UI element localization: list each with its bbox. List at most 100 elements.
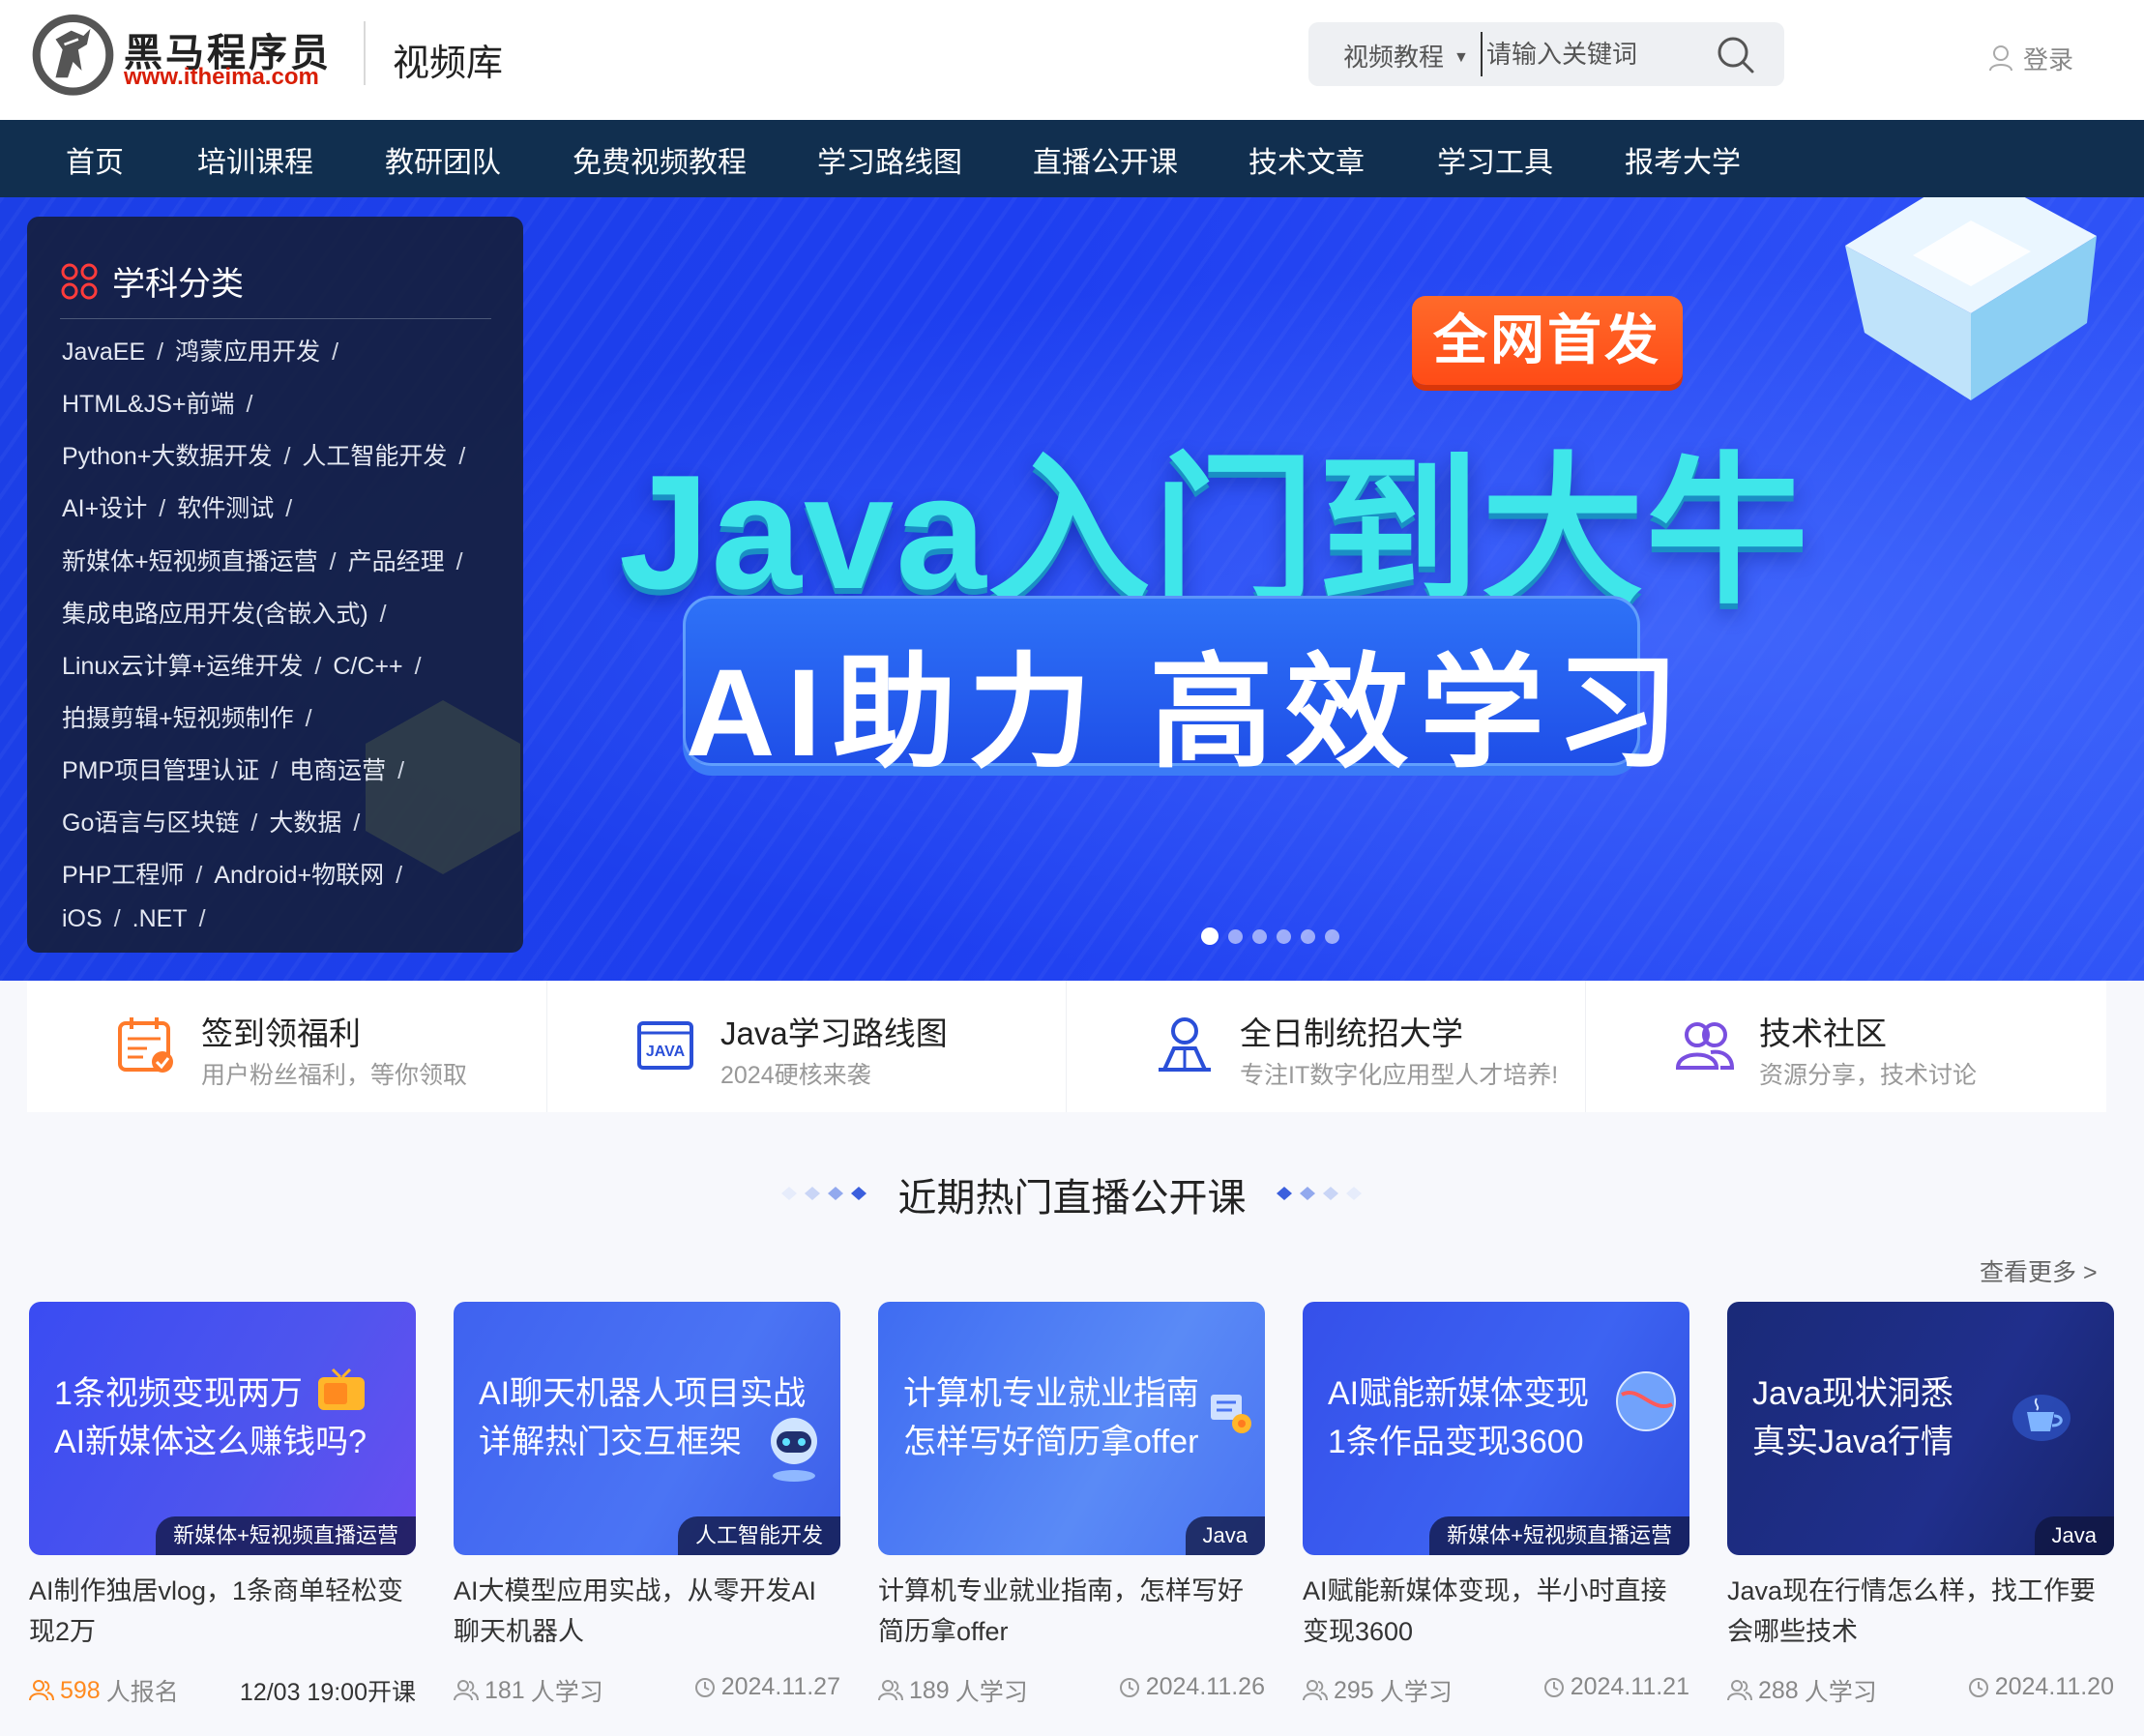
course-thumbnail[interactable]: 1条视频变现两万 AI新媒体这么赚钱吗? 新媒体+短视频直播运营 (29, 1302, 416, 1555)
course-card[interactable]: 1条视频变现两万 AI新媒体这么赚钱吗? 新媒体+短视频直播运营 AI制作独居vl… (29, 1302, 416, 1727)
course-count-value: 598 (60, 1676, 101, 1704)
course-card[interactable]: AI赋能新媒体变现 1条作品变现3600 新媒体+短视频直播运营 AI赋能新媒体变… (1303, 1302, 1689, 1727)
quick-link-community[interactable]: 技术社区 资源分享，技术讨论 (1585, 981, 2104, 1112)
category-link[interactable]: 电商运营 (289, 757, 386, 784)
category-link[interactable]: 软件测试 (177, 495, 274, 522)
course-card[interactable]: 计算机专业就业指南 怎样写好简历拿offer Java 计算机专业就业指南，怎样写… (878, 1302, 1265, 1727)
horse-logo-icon[interactable] (27, 10, 119, 97)
course-tag: Java (2034, 1516, 2114, 1555)
java-icon: JAVA (637, 1021, 693, 1070)
category-separator: / (250, 809, 258, 837)
section-title: 近期热门直播公开课 (897, 1177, 1247, 1220)
category-row: 拍摄剪辑+短视频制作 / (62, 699, 324, 734)
course-thumbnail[interactable]: AI赋能新媒体变现 1条作品变现3600 新媒体+短视频直播运营 (1303, 1302, 1689, 1555)
course-count-suffix: 人报名 (105, 1679, 179, 1706)
course-meta: 181 人学习 2024.11.27 (454, 1673, 840, 1706)
category-separator: / (396, 862, 403, 889)
category-link[interactable]: HTML&JS+前端 (62, 391, 235, 418)
course-date: 2024.11.26 (1119, 1673, 1265, 1701)
category-link[interactable]: 大数据 (269, 809, 341, 837)
category-link[interactable]: 集成电路应用开发(含嵌入式) (62, 601, 368, 628)
category-separator: / (353, 809, 361, 837)
quick-link-university[interactable]: 全日制统招大学 专注IT数字化应用型人才培养! (1066, 981, 1585, 1112)
category-row: Go语言与区块链 / 大数据 / (62, 804, 371, 839)
nav-item-free-videos[interactable]: 免费视频教程 (573, 138, 747, 181)
carousel-dot[interactable] (1252, 928, 1267, 944)
nav-item-live[interactable]: 直播公开课 (1033, 138, 1178, 181)
nav-item-tools[interactable]: 学习工具 (1437, 138, 1553, 181)
course-headline: AI赋能新媒体变现 1条作品变现3600 (1328, 1369, 1589, 1466)
category-link[interactable]: Android+物联网 (214, 862, 384, 889)
carousel-dot[interactable] (1228, 928, 1243, 944)
category-link[interactable]: 新媒体+短视频直播运营 (62, 548, 318, 575)
quick-link-checkin[interactable]: 签到领福利 用户粉丝福利，等你领取 (27, 981, 546, 1112)
course-date-value: 2024.11.20 (1994, 1673, 2114, 1700)
category-link[interactable]: C/C++ (333, 653, 402, 680)
search-icon[interactable] (1715, 34, 1757, 76)
course-count: 598 人报名 (29, 1673, 179, 1708)
category-link[interactable]: 鸿蒙应用开发 (175, 338, 320, 366)
course-count-suffix: 人学习 (955, 1679, 1028, 1706)
section-title[interactable]: 视频库 (393, 33, 503, 86)
category-row: PMP项目管理认证 / 电商运营 / (62, 751, 416, 786)
category-row: HTML&JS+前端 / (62, 385, 264, 420)
category-link[interactable]: AI+设计 (62, 495, 147, 522)
category-separator: / (455, 548, 463, 575)
nav-item-home[interactable]: 首页 (66, 138, 124, 181)
carousel-dot[interactable] (1201, 927, 1219, 945)
nav-item-courses[interactable]: 培训课程 (197, 138, 313, 181)
course-thumbnail[interactable]: 计算机专业就业指南 怎样写好简历拿offer Java (878, 1302, 1265, 1555)
carousel-dot[interactable] (1325, 928, 1339, 944)
category-link[interactable]: Python+大数据开发 (62, 443, 272, 470)
course-meta: 189 人学习 2024.11.26 (878, 1673, 1265, 1706)
category-row: 新媒体+短视频直播运营 / 产品经理 / (62, 543, 475, 577)
course-headline: 1条视频变现两万 AI新媒体这么赚钱吗? (54, 1369, 367, 1466)
category-link[interactable]: .NET (132, 905, 188, 932)
course-description[interactable]: 计算机专业就业指南，怎样写好简历拿offer (878, 1571, 1265, 1652)
category-link[interactable]: iOS (62, 905, 103, 932)
category-link[interactable]: JavaEE (62, 338, 145, 366)
category-row: JavaEE / 鸿蒙应用开发 / (62, 333, 350, 368)
login-button[interactable]: 登录 (1988, 39, 2073, 77)
category-link[interactable]: Go语言与区块链 (62, 809, 239, 837)
see-more-link[interactable]: 查看更多 > (1980, 1253, 2098, 1288)
course-description[interactable]: Java现在行情怎么样，找工作要会哪些技术 (1727, 1571, 2114, 1652)
course-date: 2024.11.21 (1543, 1673, 1689, 1701)
course-card[interactable]: AI聊天机器人项目实战 详解热门交互框架 人工智能开发 AI大模型应用实战，从零开… (454, 1302, 840, 1727)
brand-divider (364, 21, 366, 85)
carousel-dot[interactable] (1277, 928, 1291, 944)
course-card[interactable]: Java现状洞悉 真实Java行情 Java Java现在行情怎么样，找工作要会哪… (1727, 1302, 2114, 1727)
nav-item-team[interactable]: 教研团队 (385, 138, 501, 181)
search-type-select[interactable]: 视频教程 ▼ (1343, 38, 1469, 74)
brand-url[interactable]: www.itheima.com (124, 64, 319, 91)
course-description[interactable]: AI赋能新媒体变现，半小时直接变现3600 (1303, 1571, 1689, 1652)
course-date-value: 2024.11.27 (720, 1673, 840, 1700)
category-link[interactable]: 人工智能开发 (302, 443, 447, 470)
course-tag: 人工智能开发 (677, 1516, 840, 1555)
category-link[interactable]: PHP工程师 (62, 862, 184, 889)
quick-link-subtitle: 专注IT数字化应用型人才培养! (1240, 1062, 1559, 1089)
category-link[interactable]: 产品经理 (348, 548, 445, 575)
category-row: AI+设计 / 软件测试 / (62, 489, 304, 524)
course-thumbnail[interactable]: AI聊天机器人项目实战 详解热门交互框架 人工智能开发 (454, 1302, 840, 1555)
course-headline-line1: Java现状洞悉 (1752, 1375, 1953, 1412)
category-separator: / (113, 905, 121, 932)
category-link[interactable]: Linux云计算+运维开发 (62, 653, 303, 680)
nav-item-roadmap[interactable]: 学习路线图 (817, 138, 962, 181)
carousel-dot[interactable] (1301, 928, 1315, 944)
quick-link-java-roadmap[interactable]: JAVA Java学习路线图 2024硬核来袭 (546, 981, 1066, 1112)
search-input[interactable] (1481, 32, 1703, 76)
badge-first-release: 全网首发 (1412, 296, 1683, 385)
course-description[interactable]: AI大模型应用实战，从零开发AI聊天机器人 (454, 1571, 840, 1652)
users-icon (29, 1680, 54, 1701)
nav-item-articles[interactable]: 技术文章 (1248, 138, 1365, 181)
nav-item-university[interactable]: 报考大学 (1625, 138, 1741, 181)
resume-gear-icon (1211, 1395, 1251, 1433)
category-link[interactable]: PMP项目管理认证 (62, 757, 259, 784)
course-count-value: 181 (485, 1676, 525, 1704)
course-description[interactable]: AI制作独居vlog，1条商单轻松变现2万 (29, 1571, 416, 1652)
category-separator: / (397, 757, 405, 784)
course-date: 12/03 19:00开课 (239, 1679, 416, 1706)
category-link[interactable]: 拍摄剪辑+短视频制作 (62, 705, 294, 732)
course-thumbnail[interactable]: Java现状洞悉 真实Java行情 Java (1727, 1302, 2114, 1555)
